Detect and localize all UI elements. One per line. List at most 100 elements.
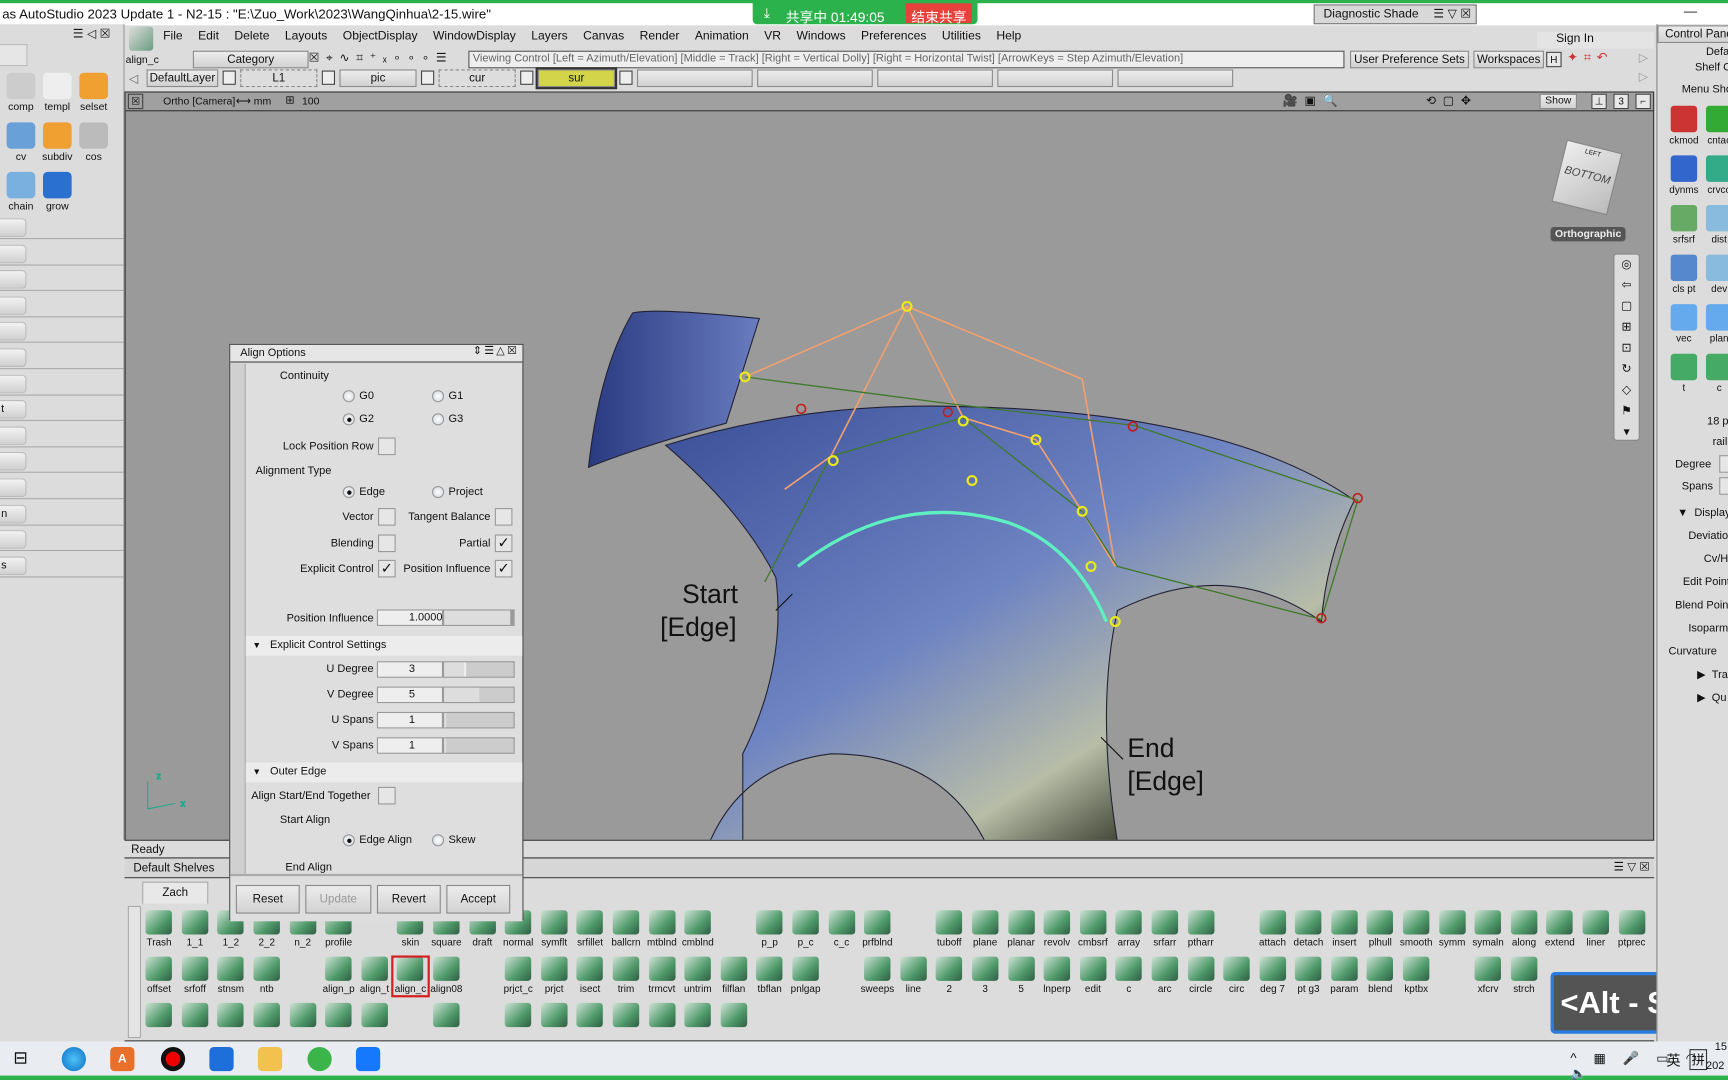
shelves-controls[interactable]: ☰ ▽ ☒ — [1614, 861, 1650, 874]
dialog-window-controls[interactable]: ⇕☰△☒ — [473, 345, 519, 357]
shelf-tool-line[interactable]: line — [895, 956, 931, 997]
palette-item-cv[interactable]: cv — [2, 122, 39, 163]
g1-radio[interactable] — [431, 390, 445, 403]
shelf-tool-icon[interactable] — [177, 1002, 213, 1043]
right-tool-plan[interactable]: plan — [1702, 304, 1728, 344]
shelf-tool-stnsm[interactable]: stnsm — [213, 956, 249, 997]
palette-tab-row[interactable] — [0, 451, 124, 474]
layer-visibility-toggle[interactable] — [420, 70, 435, 85]
explicit-control-settings-section[interactable]: Explicit Control Settings — [245, 635, 523, 656]
shelf-tool-icon[interactable] — [572, 1002, 608, 1043]
menu-windowdisplay[interactable]: WindowDisplay — [433, 30, 516, 43]
palette-tab-row[interactable] — [0, 217, 124, 240]
shelf-tool-symaln[interactable]: symaln — [1470, 910, 1506, 950]
palette-tab-row[interactable] — [0, 477, 124, 500]
layer-visibility-toggle[interactable] — [520, 70, 534, 85]
category-button[interactable]: Category — [192, 50, 309, 69]
app-icon[interactable] — [209, 1046, 234, 1072]
diagnostic-shade-panel[interactable]: Diagnostic Shade ☰ ▽ ☒ — [1313, 4, 1477, 25]
palette-tab-row[interactable]: s — [0, 555, 124, 578]
shelf-tool-lnperp[interactable]: lnperp — [1039, 956, 1075, 997]
shelf-tool-extend[interactable]: extend — [1542, 910, 1578, 950]
menu-objectdisplay[interactable]: ObjectDisplay — [343, 30, 418, 43]
shelf-tool-xfcrv[interactable]: xfcrv — [1470, 956, 1506, 997]
shelf-tool-sweeps[interactable]: sweeps — [859, 956, 895, 997]
right-tool-cntac[interactable]: cntac — [1702, 105, 1728, 145]
shelf-tool-align08[interactable]: align08 — [428, 956, 464, 997]
explicit-control-checkbox[interactable]: ✓ — [377, 559, 396, 578]
task-view-icon[interactable]: ⊟ — [13, 1047, 37, 1071]
projection-label[interactable]: Orthographic — [1550, 227, 1626, 242]
shelf-tool-icon[interactable] — [321, 1002, 357, 1043]
control-panel-tab[interactable]: Control Pane — [1657, 25, 1728, 43]
layer-cur[interactable]: cur — [438, 69, 516, 88]
shelf-tool-prfblnd[interactable]: prfblnd — [859, 910, 895, 950]
empty-layer-slot[interactable] — [877, 69, 993, 88]
layer-defaultlayer[interactable]: DefaultLayer — [146, 69, 219, 88]
project-radio[interactable] — [431, 485, 445, 499]
shelf-tool-untrim[interactable]: untrim — [680, 956, 716, 997]
position-influence-slider[interactable] — [443, 609, 515, 626]
layer-visibility-toggle[interactable] — [321, 70, 336, 85]
right-tool-dev[interactable]: dev — [1702, 254, 1728, 294]
shelf-tool-cmblnd[interactable]: cmblnd — [680, 910, 716, 950]
snap-icons[interactable]: ✦⌗↶ — [1567, 50, 1613, 67]
shelf-tool-align_c[interactable]: align_c — [391, 955, 430, 998]
u-degree-slider[interactable] — [443, 661, 515, 678]
shelf-tool-circle[interactable]: circle — [1183, 956, 1219, 997]
shelf-tool-pt-g3[interactable]: pt g3 — [1290, 956, 1326, 997]
wechat-icon[interactable] — [307, 1046, 332, 1072]
partial-checkbox[interactable]: ✓ — [494, 534, 513, 553]
shelf-tool-symm[interactable]: symm — [1434, 910, 1470, 950]
v-spans-slider[interactable] — [443, 737, 515, 754]
shelf-tool-symflt[interactable]: symflt — [536, 910, 572, 950]
menu-edit[interactable]: Edit — [198, 30, 219, 43]
palette-item-chain[interactable]: chain — [2, 171, 39, 213]
shelf-tool-isect[interactable]: isect — [572, 956, 608, 997]
navigation-bar[interactable]: ◎ ⇦ ▢ ⊞ ⊡ ↻ ◇ ⚑ ▾ — [1613, 253, 1640, 441]
shelf-tool-icon[interactable] — [500, 1002, 536, 1043]
menu-vr[interactable]: VR — [764, 30, 781, 43]
shelf-tool-pnlgap[interactable]: pnlgap — [788, 956, 824, 997]
shelf-tool-icon[interactable] — [249, 1002, 285, 1043]
shelf-tool-liner[interactable]: liner — [1578, 910, 1614, 950]
right-tool-dist[interactable]: dist — [1702, 204, 1728, 245]
shelf-tool-trmcvt[interactable]: trmcvt — [644, 956, 680, 997]
edge-browser-icon[interactable] — [61, 1046, 86, 1072]
shelf-tool-mtblnd[interactable]: mtblnd — [644, 910, 680, 950]
shelf-tab-zach[interactable]: Zach — [142, 881, 209, 904]
align-together-checkbox[interactable] — [377, 786, 396, 805]
shelf-drag-handle[interactable] — [127, 905, 142, 1039]
u-spans-slider[interactable] — [443, 711, 515, 729]
shelf-tool-ntb[interactable]: ntb — [249, 956, 285, 997]
blending-checkbox[interactable] — [377, 534, 396, 553]
shelf-tool-offset[interactable]: offset — [141, 956, 177, 997]
display-subsection[interactable]: ▶ Tra — [1697, 669, 1728, 681]
shelf-tool-align_p[interactable]: align_p — [321, 956, 357, 997]
display-subsection[interactable]: ▶ Qu — [1697, 692, 1726, 704]
menu-file[interactable]: File — [163, 30, 183, 43]
sign-in-button[interactable]: Sign In — [1537, 31, 1655, 49]
shelf-tool-insert[interactable]: insert — [1326, 910, 1362, 950]
menu-shelf-tab[interactable]: Menu Sho — [1682, 84, 1728, 96]
shelf-tool-detach[interactable]: detach — [1290, 910, 1326, 950]
shelf-tool-srfillet[interactable]: srfillet — [572, 910, 608, 950]
shelf-tool-strch[interactable]: strch — [1506, 956, 1542, 997]
spans-field[interactable] — [1719, 477, 1728, 495]
file-explorer-icon[interactable] — [257, 1046, 283, 1072]
u-degree-field[interactable]: 3 — [376, 661, 444, 678]
shelf-tool-arc[interactable]: arc — [1147, 956, 1183, 997]
menu-utilities[interactable]: Utilities — [942, 30, 981, 43]
ime-language[interactable]: 英 — [1666, 1049, 1680, 1070]
shelf-tool-icon[interactable] — [285, 1002, 321, 1043]
right-tool-c[interactable]: c — [1702, 353, 1728, 393]
shelf-tool-revolv[interactable]: revolv — [1039, 910, 1075, 950]
shelf-tool-icon[interactable] — [536, 1002, 572, 1043]
g2-radio[interactable] — [342, 413, 355, 426]
shelf-tool-icon[interactable] — [141, 1002, 177, 1043]
update-button[interactable]: Update — [305, 884, 372, 914]
right-tool-crvco[interactable]: crvco — [1702, 155, 1728, 195]
menu-preferences[interactable]: Preferences — [861, 30, 926, 43]
palette-item-comp[interactable]: comp — [2, 72, 39, 114]
shelf-tool-circ[interactable]: circ — [1219, 956, 1255, 997]
